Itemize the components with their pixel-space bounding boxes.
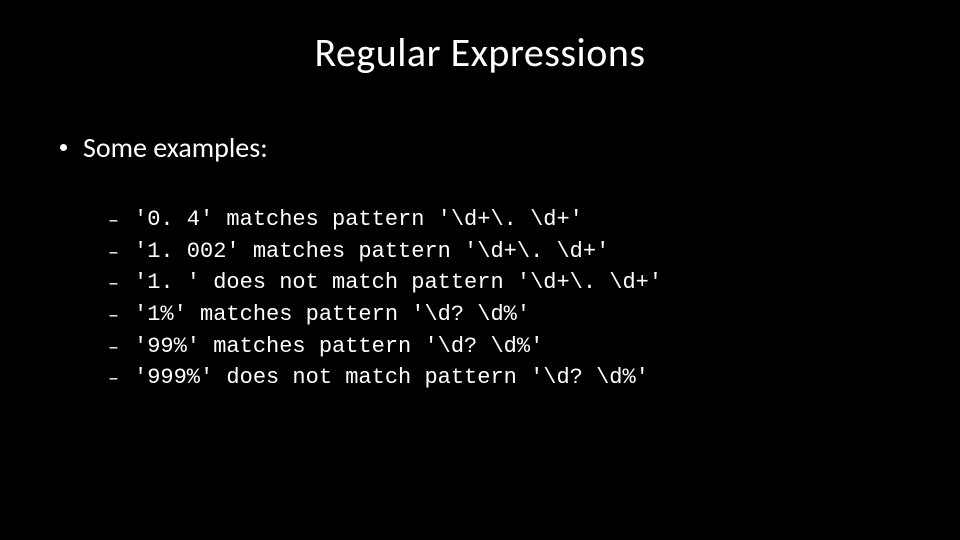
example-text: '999%' does not match pattern '\d? \d%' xyxy=(134,363,649,393)
slide-title: Regular Expressions xyxy=(0,28,960,77)
example-text: '1%' matches pattern '\d? \d%' xyxy=(134,300,530,330)
list-item: – '999%' does not match pattern '\d? \d%… xyxy=(108,363,900,393)
bullet-dot-icon xyxy=(60,144,67,151)
dash-icon: – xyxy=(108,332,120,362)
dash-icon: – xyxy=(108,300,120,330)
dash-icon: – xyxy=(108,268,120,298)
list-item: – '99%' matches pattern '\d? \d%' xyxy=(108,332,900,362)
dash-icon: – xyxy=(108,363,120,393)
example-text: '1. ' does not match pattern '\d+\. \d+' xyxy=(134,268,662,298)
list-item: – '0. 4' matches pattern '\d+\. \d+' xyxy=(108,205,900,235)
example-text: '99%' matches pattern '\d? \d%' xyxy=(134,332,543,362)
example-text: '1. 002' matches pattern '\d+\. \d+' xyxy=(134,237,609,267)
list-item: – '1%' matches pattern '\d? \d%' xyxy=(108,300,900,330)
example-list: – '0. 4' matches pattern '\d+\. \d+' – '… xyxy=(108,205,900,393)
dash-icon: – xyxy=(108,205,120,235)
example-text: '0. 4' matches pattern '\d+\. \d+' xyxy=(134,205,583,235)
bullet-text: Some examples: xyxy=(83,130,268,165)
list-item: – '1. ' does not match pattern '\d+\. \d… xyxy=(108,268,900,298)
slide: Regular Expressions Some examples: – '0.… xyxy=(0,0,960,540)
bullet-level-1: Some examples: xyxy=(60,130,900,165)
slide-body: Some examples: – '0. 4' matches pattern … xyxy=(60,130,900,395)
dash-icon: – xyxy=(108,237,120,267)
list-item: – '1. 002' matches pattern '\d+\. \d+' xyxy=(108,237,900,267)
